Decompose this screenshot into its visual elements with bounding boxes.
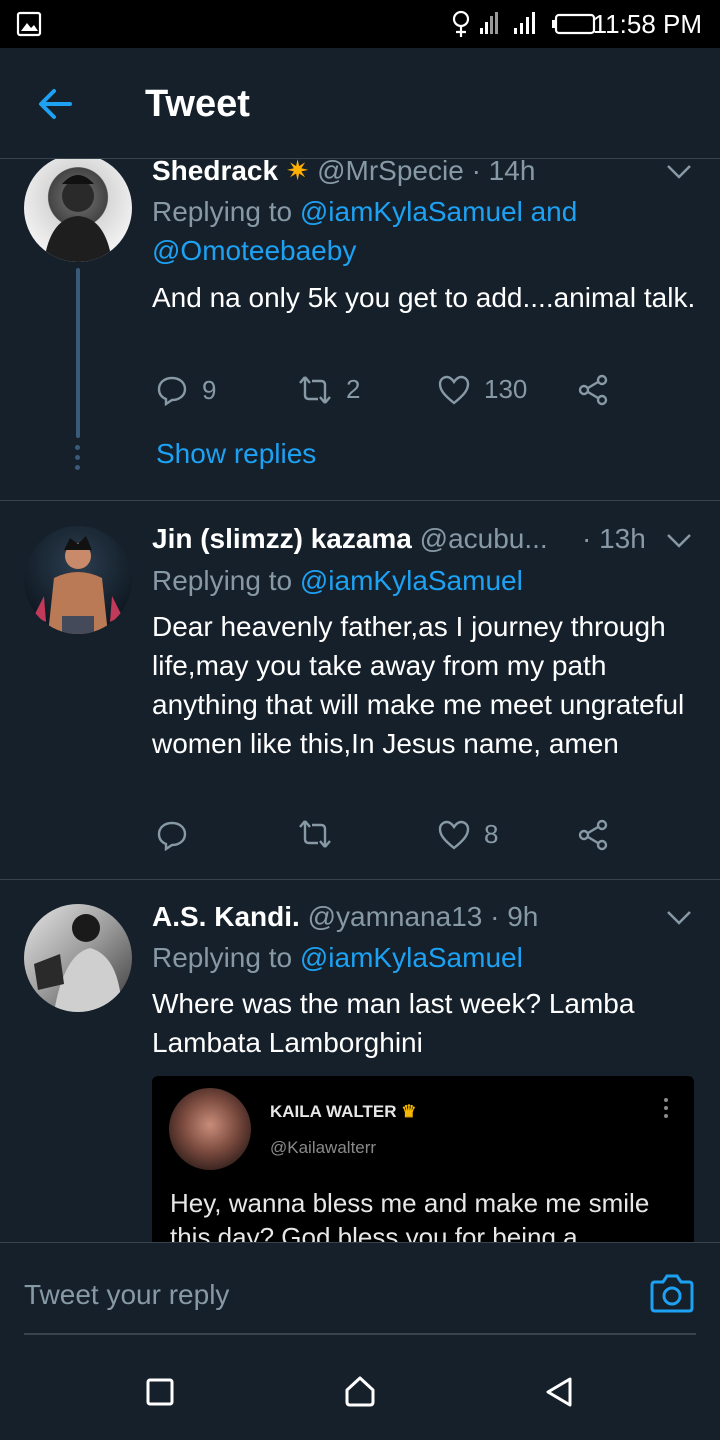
- author-name[interactable]: Jin (slimzz) kazama: [152, 523, 412, 554]
- retweet-icon: [299, 820, 331, 848]
- reply-button[interactable]: [156, 819, 202, 851]
- tweet-time: · 14h: [471, 155, 536, 186]
- like-count: 130: [484, 374, 528, 404]
- like-count: 8: [484, 819, 499, 849]
- quote-author-name: KAILA WALTER: [270, 1102, 397, 1121]
- avatar[interactable]: [24, 154, 132, 262]
- replying-line: Replying to @iamKylaSamuel: [152, 565, 523, 597]
- replying-prefix: Replying to: [152, 942, 293, 973]
- tweet-text: Where was the man last week? Lamba Lamba…: [152, 988, 635, 1058]
- back-triangle-icon[interactable]: [544, 1376, 574, 1408]
- replying-line: Replying to @iamKylaSamuel: [152, 942, 523, 974]
- author-name[interactable]: A.S. Kandi.: [152, 901, 300, 932]
- system-nav-bar: [0, 1342, 720, 1440]
- retweet-icon: [299, 375, 331, 404]
- author-handle: @yamnana13: [307, 901, 483, 932]
- like-button[interactable]: 130: [438, 374, 527, 405]
- mention-link[interactable]: @iamKylaSamuel and: [300, 196, 577, 227]
- camera-icon[interactable]: [650, 1273, 694, 1313]
- reply-icon: [157, 376, 187, 406]
- home-icon[interactable]: [344, 1375, 376, 1407]
- thread-dots: [75, 445, 80, 475]
- reply-button[interactable]: 9: [156, 374, 216, 406]
- input-underline: [24, 1333, 696, 1335]
- top-app-bar: Tweet: [0, 48, 720, 159]
- reply-count: 9: [202, 374, 217, 405]
- share-button[interactable]: [578, 374, 610, 406]
- quote-author: KAILA WALTER ♛: [270, 1102, 417, 1122]
- heart-icon: [438, 820, 470, 850]
- tweet-time: · 9h: [490, 901, 539, 932]
- crown-emoji-icon: ♛: [401, 1102, 417, 1121]
- share-icon: [578, 819, 608, 851]
- mention-link[interactable]: @Omoteebaeby: [152, 235, 356, 267]
- page-title: Tweet: [145, 83, 250, 125]
- replying-prefix: Replying to: [152, 565, 293, 596]
- tweet-actions: 9 2 130: [152, 374, 652, 414]
- retweet-button[interactable]: [298, 819, 346, 849]
- author-handle: @acubu...: [419, 523, 548, 554]
- chevron-down-icon[interactable]: [666, 910, 692, 926]
- author-name[interactable]: Shedrack: [152, 155, 278, 186]
- share-button[interactable]: [578, 819, 610, 851]
- replying-prefix: Replying to: [152, 196, 293, 227]
- sun-emoji-icon: ✷: [285, 155, 310, 186]
- back-arrow-icon[interactable]: [34, 82, 78, 126]
- tweet-header: Jin (slimzz) kazama @acubu...: [152, 523, 548, 555]
- thread-line: [76, 268, 80, 438]
- retweet-button[interactable]: 2: [298, 374, 360, 405]
- author-handle: @MrSpecie: [317, 155, 464, 186]
- mention-link[interactable]: @iamKylaSamuel: [300, 565, 523, 596]
- tweet-text: And na only 5k you get to add....animal …: [152, 282, 696, 313]
- tweet-actions: 8: [152, 819, 652, 859]
- reply-icon: [157, 821, 187, 851]
- reply-input[interactable]: Tweet your reply: [24, 1279, 229, 1311]
- avatar[interactable]: [24, 904, 132, 1012]
- heart-icon: [438, 375, 470, 405]
- replying-line: Replying to @iamKylaSamuel and: [152, 196, 577, 228]
- tweet-time: · 13h: [582, 523, 646, 554]
- tweet-header: A.S. Kandi. @yamnana13 · 9h: [152, 901, 538, 933]
- tweet-text: Dear heavenly father,as I journey throug…: [152, 611, 685, 759]
- share-icon: [578, 374, 608, 406]
- avatar[interactable]: [24, 526, 132, 634]
- more-vertical-icon: [664, 1098, 668, 1118]
- chevron-down-icon[interactable]: [666, 533, 692, 549]
- quote-avatar: [169, 1088, 251, 1170]
- mention-link[interactable]: @iamKylaSamuel: [300, 942, 523, 973]
- retweet-count: 2: [346, 374, 361, 404]
- chevron-down-icon[interactable]: [666, 164, 692, 180]
- reply-composer: Tweet your reply: [0, 1242, 720, 1343]
- like-button[interactable]: 8: [438, 819, 498, 850]
- quoted-screenshot[interactable]: KAILA WALTER ♛ @Kailawalterr Hey, wanna …: [152, 1076, 694, 1246]
- show-replies-link[interactable]: Show replies: [156, 438, 316, 470]
- recents-square-icon[interactable]: [146, 1378, 174, 1406]
- quote-text: Hey, wanna bless me and make me smile th…: [170, 1188, 650, 1246]
- tweet-jin[interactable]: Jin (slimzz) kazama @acubu... · 13h Repl…: [0, 501, 720, 879]
- quote-handle: @Kailawalterr: [270, 1138, 377, 1157]
